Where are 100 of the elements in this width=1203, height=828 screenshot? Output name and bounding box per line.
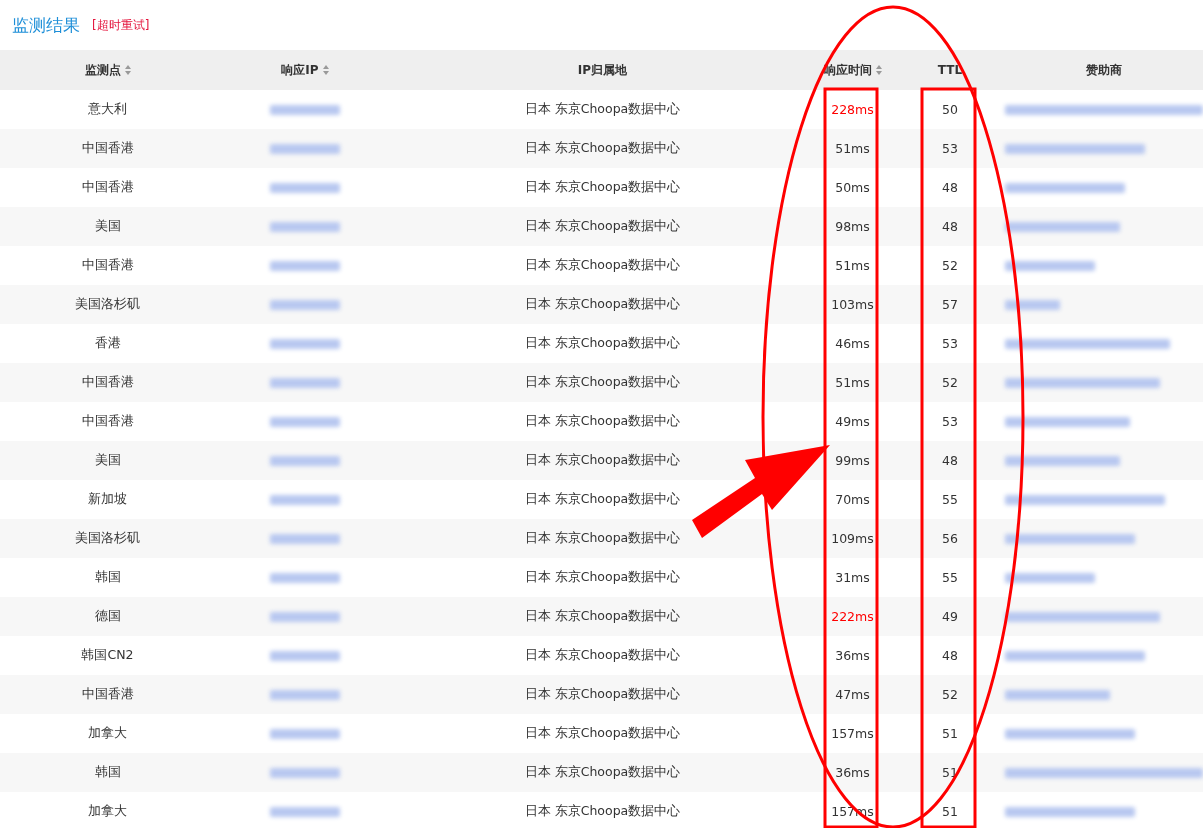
blurred-text: [270, 260, 340, 271]
sort-icon[interactable]: [124, 65, 131, 75]
blurred-text: [270, 299, 340, 310]
table-cell: 日本 东京Choopa数据中心: [524, 179, 681, 196]
blurred-text: [270, 221, 340, 232]
table-cell: 36ms: [835, 648, 870, 663]
table-cell: 中国香港: [81, 179, 134, 196]
table-cell: 意大利: [88, 101, 127, 118]
blurred-text: [270, 182, 340, 193]
blurred-text: [270, 143, 340, 154]
table-cell: 46ms: [835, 336, 870, 351]
table-cell: 49: [942, 609, 958, 624]
table-cell: 53: [942, 336, 958, 351]
table-cell: 日本 东京Choopa数据中心: [524, 218, 681, 235]
table-cell: 新加坡: [88, 491, 127, 508]
table-cell: 51ms: [835, 141, 870, 156]
table-cell: 德国: [94, 608, 121, 625]
sort-icon[interactable]: [322, 65, 329, 75]
table-cell: 韩国: [94, 764, 121, 781]
table-cell: 日本 东京Choopa数据中心: [524, 725, 681, 742]
table-cell: 53: [942, 141, 958, 156]
blurred-text: [270, 377, 340, 388]
table-cell: 228ms: [831, 102, 874, 117]
table-cell: 52: [942, 258, 958, 273]
blurred-text: [270, 689, 340, 700]
blurred-text: [270, 104, 340, 115]
table-cell: 日本 东京Choopa数据中心: [524, 764, 681, 781]
table-cell: 韩国: [94, 569, 121, 586]
table-cell: 36ms: [835, 765, 870, 780]
table-cell: 香港: [94, 335, 121, 352]
table-cell: 50ms: [835, 180, 870, 195]
table-cell: 51ms: [835, 258, 870, 273]
table-cell: 日本 东京Choopa数据中心: [524, 413, 681, 430]
table-cell: 日本 东京Choopa数据中心: [524, 101, 681, 118]
table-cell: 美国: [94, 452, 121, 469]
table-cell: 48: [942, 648, 958, 663]
blurred-text: [270, 416, 340, 427]
blurred-text: [270, 611, 340, 622]
table-cell: 48: [942, 219, 958, 234]
table-cell: 日本 东京Choopa数据中心: [524, 569, 681, 586]
column-header[interactable]: 响应IP: [281, 61, 319, 79]
table-cell: 中国香港: [81, 374, 134, 391]
table-cell: 日本 东京Choopa数据中心: [524, 335, 681, 352]
blurred-text: [270, 572, 340, 583]
table-cell: 48: [942, 453, 958, 468]
table-cell: 47ms: [835, 687, 870, 702]
column-header[interactable]: 监测点: [84, 61, 121, 79]
blurred-text: [1005, 299, 1060, 310]
table-cell: 中国香港: [81, 686, 134, 703]
blurred-text: [270, 494, 340, 505]
table-cell: 48: [942, 180, 958, 195]
table-cell: 美国洛杉矶: [75, 296, 140, 313]
table-cell: 51: [942, 726, 958, 741]
table-cell: 中国香港: [81, 140, 134, 157]
table-cell: 日本 东京Choopa数据中心: [524, 803, 681, 820]
table-cell: 加拿大: [88, 803, 127, 820]
blurred-text: [270, 728, 340, 739]
table-cell: 51ms: [835, 375, 870, 390]
blurred-text: [270, 767, 340, 778]
column-header[interactable]: TTL: [937, 63, 963, 77]
blurred-text: [270, 338, 340, 349]
table-cell: 31ms: [835, 570, 870, 585]
table-cell: 52: [942, 375, 958, 390]
table-cell: 加拿大: [88, 725, 127, 742]
table-cell: 美国: [94, 218, 121, 235]
blurred-text: [270, 455, 340, 466]
column-header[interactable]: 赞助商: [1086, 61, 1122, 79]
table-cell: 美国洛杉矶: [75, 530, 140, 547]
table-cell: 日本 东京Choopa数据中心: [524, 647, 681, 664]
table-cell: 日本 东京Choopa数据中心: [524, 296, 681, 313]
blurred-text: [270, 806, 340, 817]
sort-icon[interactable]: [875, 65, 882, 75]
table-cell: 222ms: [831, 609, 874, 624]
table-cell: 55: [942, 570, 958, 585]
table-cell: 52: [942, 687, 958, 702]
table-cell: 日本 东京Choopa数据中心: [524, 686, 681, 703]
retry-link[interactable]: [超时重试]: [92, 16, 150, 34]
table-cell: 中国香港: [81, 257, 134, 274]
table-cell: 109ms: [831, 531, 874, 546]
table-cell: 99ms: [835, 453, 870, 468]
table-cell: 中国香港: [81, 413, 134, 430]
table-cell: 56: [942, 531, 958, 546]
table-cell: 51: [942, 804, 958, 819]
table-cell: 70ms: [835, 492, 870, 507]
table-cell: 韩国CN2: [81, 647, 134, 664]
table-cell: 日本 东京Choopa数据中心: [524, 374, 681, 391]
table-cell: 53: [942, 414, 958, 429]
table-cell: 日本 东京Choopa数据中心: [524, 140, 681, 157]
table-cell: 55: [942, 492, 958, 507]
table-cell: 103ms: [831, 297, 874, 312]
blurred-text: [270, 650, 340, 661]
table-cell: 157ms: [831, 726, 874, 741]
table-cell: 98ms: [835, 219, 870, 234]
table-cell: 49ms: [835, 414, 870, 429]
column-header[interactable]: IP归属地: [577, 61, 628, 79]
page-title: 监测结果: [12, 13, 80, 37]
table-cell: 50: [942, 102, 958, 117]
table-cell: 日本 东京Choopa数据中心: [524, 608, 681, 625]
table-cell: 日本 东京Choopa数据中心: [524, 530, 681, 547]
table-cell: 日本 东京Choopa数据中心: [524, 452, 681, 469]
